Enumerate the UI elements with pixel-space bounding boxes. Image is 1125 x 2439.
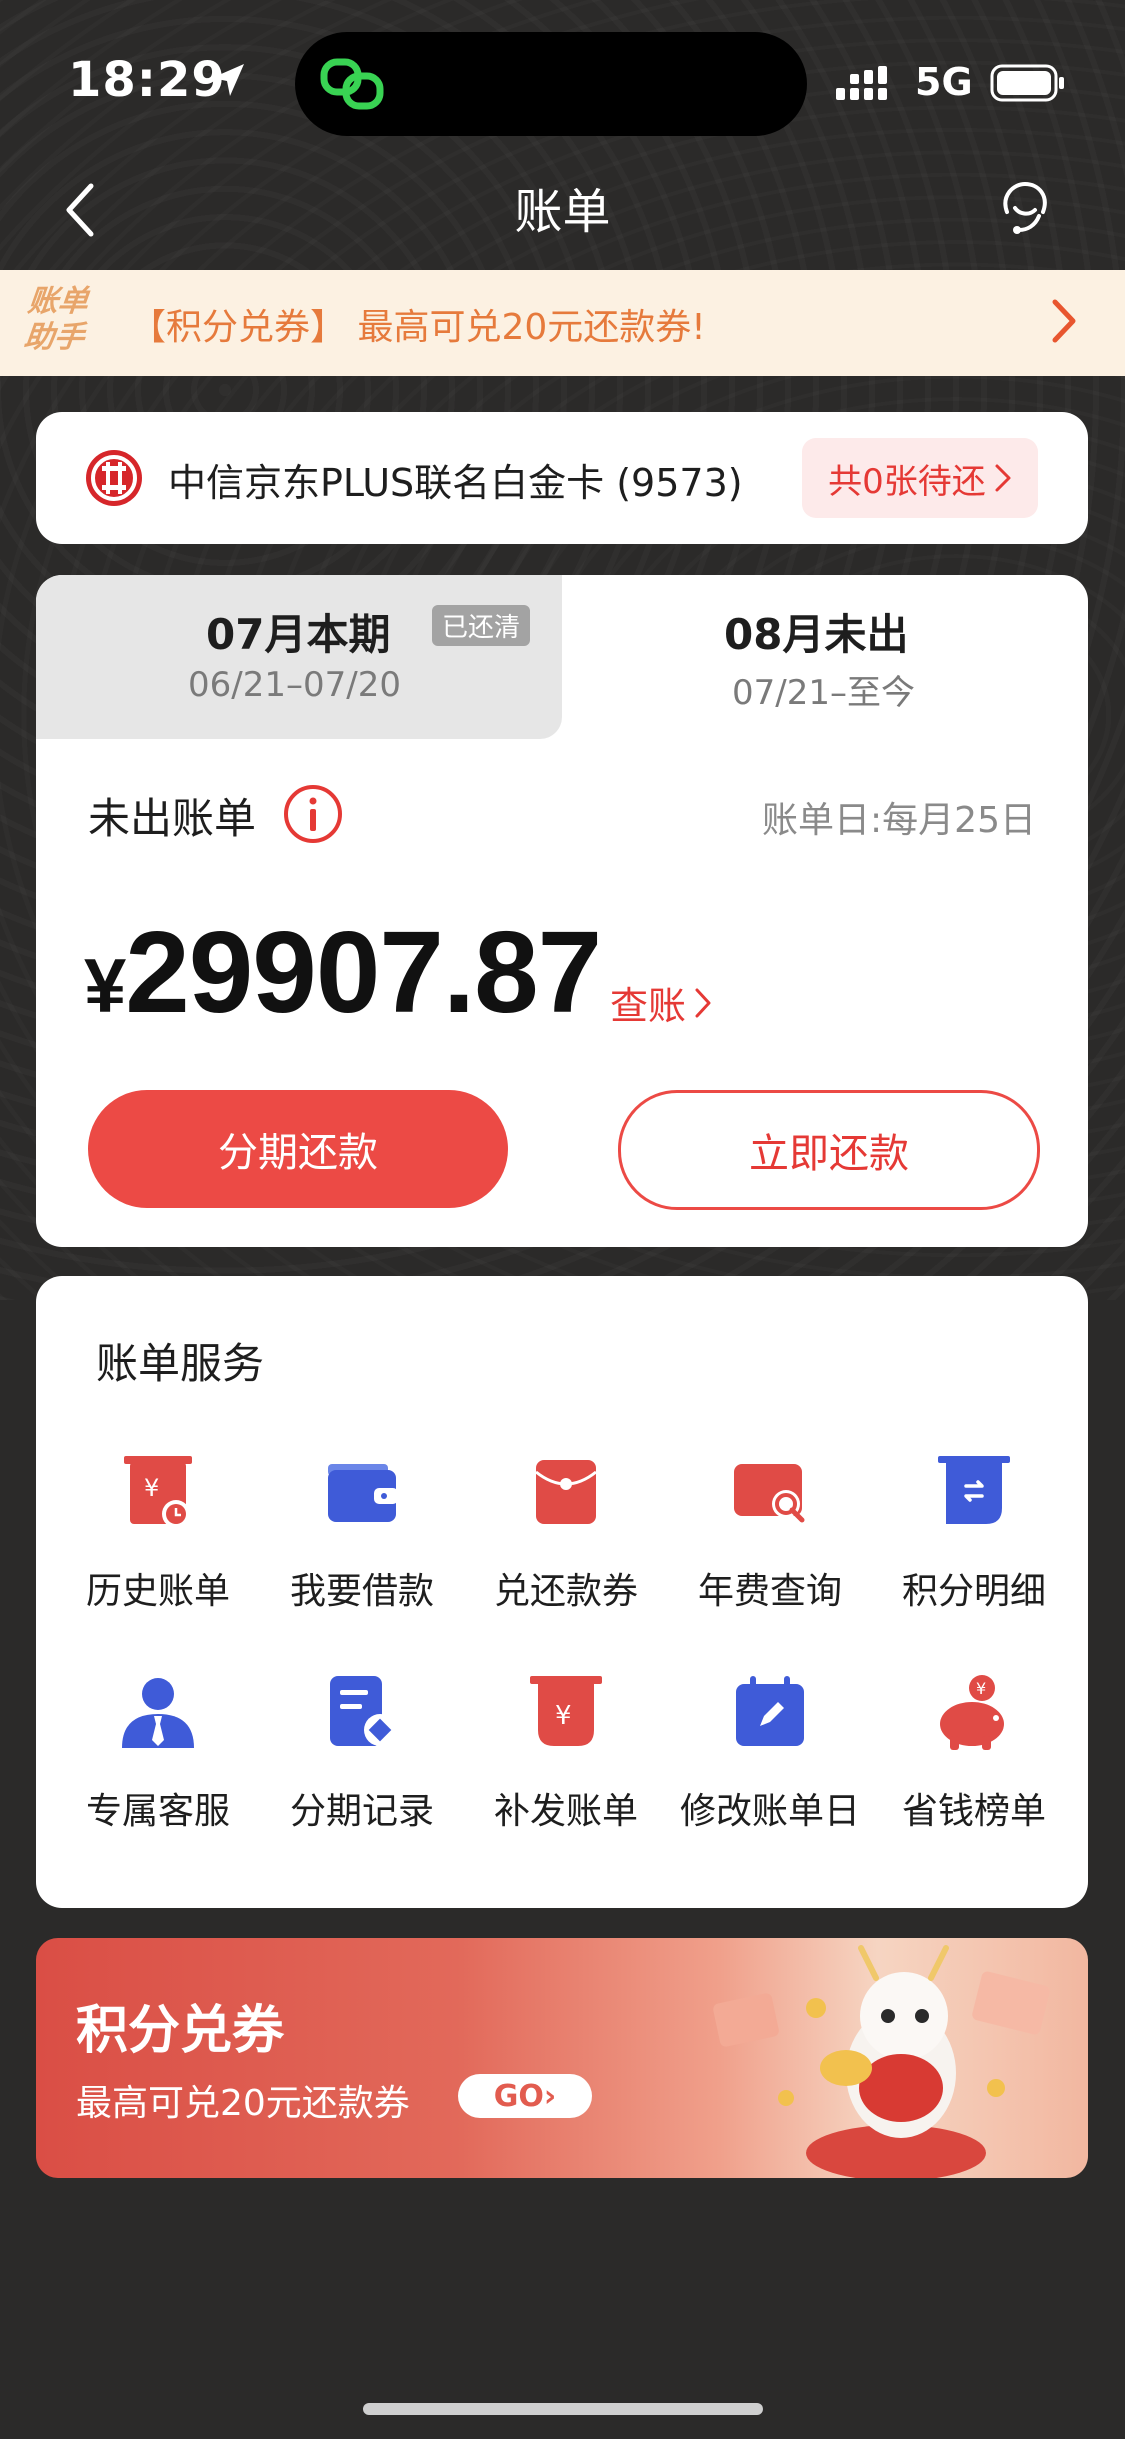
next-period-range: 07/21–至今	[732, 673, 915, 713]
service-exclusive-support[interactable]: 专属客服	[56, 1672, 260, 1872]
service-label: 省钱榜单	[901, 1791, 1046, 1832]
bill-services-card: 账单服务 ¥ 历史账单 我要借款 兑还款券 年费查询 积分明细 专属客服 分期记…	[36, 1276, 1088, 1908]
points-coupon-promo-banner[interactable]: 积分兑券 最高可兑20元还款券 GO ›	[36, 1938, 1088, 2178]
service-history-bill[interactable]: ¥ 历史账单	[56, 1452, 260, 1652]
citic-bank-logo-icon	[86, 450, 142, 506]
nav-bar: 账单	[0, 160, 1125, 270]
check-bill-label: 查账	[610, 984, 687, 1028]
network-type: 5G	[915, 60, 973, 104]
reissue-bill-icon: ¥	[530, 1676, 602, 1746]
check-bill-link[interactable]: 查账	[610, 975, 712, 1030]
points-detail-icon	[938, 1456, 1010, 1524]
card-search-icon	[734, 1464, 805, 1523]
chevron-right-icon	[995, 464, 1011, 492]
go-label: GO	[493, 2078, 544, 2114]
tab-next-period[interactable]: 08月未出 07/21–至今	[562, 575, 1088, 739]
go-button[interactable]: GO ›	[458, 2074, 592, 2118]
signal-icon	[836, 66, 887, 100]
svg-text:¥: ¥	[976, 1679, 986, 1698]
pending-bills-label: 共0张待还	[828, 461, 986, 502]
page-title: 账单	[514, 184, 611, 240]
service-points-detail[interactable]: 积分明细	[872, 1452, 1076, 1652]
history-bill-icon: ¥	[124, 1456, 192, 1528]
installment-repay-button[interactable]: 分期还款	[88, 1090, 508, 1208]
service-label: 修改账单日	[679, 1791, 860, 1832]
service-label: 积分明细	[901, 1571, 1046, 1612]
service-label: 专属客服	[85, 1791, 230, 1832]
promo-title: 积分兑券	[76, 2001, 285, 2061]
service-label: 补发账单	[493, 1791, 638, 1832]
service-label: 年费查询	[697, 1571, 842, 1612]
headset-icon	[1003, 181, 1047, 234]
location-arrow-icon	[212, 64, 244, 96]
paid-badge: 已还清	[432, 605, 531, 646]
service-installment-records[interactable]: 分期记录	[260, 1672, 464, 1872]
service-annual-fee[interactable]: 年费查询	[668, 1452, 872, 1652]
wallet-icon	[328, 1464, 398, 1522]
chevron-right-icon	[1052, 299, 1076, 343]
red-envelope-icon	[535, 1460, 597, 1524]
home-indicator[interactable]	[363, 2403, 763, 2415]
bill-assistant-logo: 账单 助手	[22, 284, 90, 355]
customer-service-icon	[122, 1678, 194, 1748]
svg-text:¥: ¥	[144, 1474, 159, 1502]
installment-record-icon	[330, 1676, 396, 1746]
calendar-edit-icon	[736, 1676, 804, 1746]
link-chat-icon	[320, 58, 384, 110]
service-savings-ranking[interactable]: ¥ 省钱榜单	[872, 1672, 1076, 1872]
svg-text:¥: ¥	[555, 1701, 572, 1731]
status-bar: 18:29 5G	[0, 0, 1125, 160]
services-title: 账单服务	[96, 1339, 265, 1388]
service-label: 我要借款	[289, 1571, 434, 1612]
amount-value: 29907.87	[125, 907, 602, 1037]
repay-now-button[interactable]: 立即还款	[618, 1090, 1040, 1210]
assistant-banner-text: 【积分兑券】 最高可兑20元还款券!	[130, 307, 706, 348]
current-period-title: 07月本期	[206, 610, 391, 659]
status-time: 18:29	[68, 52, 226, 108]
battery-icon	[990, 64, 1064, 102]
service-change-bill-day[interactable]: 修改账单日	[668, 1672, 872, 1872]
service-label: 历史账单	[85, 1571, 230, 1612]
info-icon[interactable]	[282, 783, 344, 845]
tab-current-period[interactable]: 07月本期 已还清 06/21–07/20	[36, 575, 562, 739]
pending-bills-button[interactable]: 共0张待还	[802, 438, 1038, 518]
service-redeem-coupon[interactable]: 兑还款券	[464, 1452, 668, 1652]
piggy-bank-icon: ¥	[940, 1675, 1004, 1750]
service-reissue-bill[interactable]: ¥ 补发账单	[464, 1672, 668, 1872]
service-label: 分期记录	[289, 1791, 434, 1832]
unbilled-label: 未出账单	[88, 794, 257, 843]
bill-assistant-banner[interactable]: 账单 助手 【积分兑券】 最高可兑20元还款券!	[0, 270, 1125, 376]
customer-service-button[interactable]	[985, 168, 1065, 248]
service-borrow[interactable]: 我要借款	[260, 1452, 464, 1652]
bill-card: 07月本期 已还清 06/21–07/20 08月未出 07/21–至今 未出账…	[36, 575, 1088, 1247]
chevron-right-icon: ›	[543, 2078, 557, 2114]
currency-symbol: ¥	[84, 944, 126, 1029]
chevron-right-icon	[695, 988, 711, 1017]
card-name: 中信京东PLUS联名白金卡 (9573)	[168, 461, 743, 505]
current-period-range: 06/21–07/20	[188, 665, 401, 705]
service-label: 兑还款券	[493, 1571, 638, 1612]
bill-amount: ¥29907.87	[84, 905, 602, 1039]
next-period-title: 08月未出	[724, 610, 909, 659]
promo-subtitle: 最高可兑20元还款券	[76, 2083, 410, 2124]
card-selector[interactable]: 中信京东PLUS联名白金卡 (9573) 共0张待还	[36, 412, 1088, 544]
bill-day: 账单日:每月25日	[762, 800, 1036, 841]
mascot-illustration	[713, 1945, 1050, 2178]
